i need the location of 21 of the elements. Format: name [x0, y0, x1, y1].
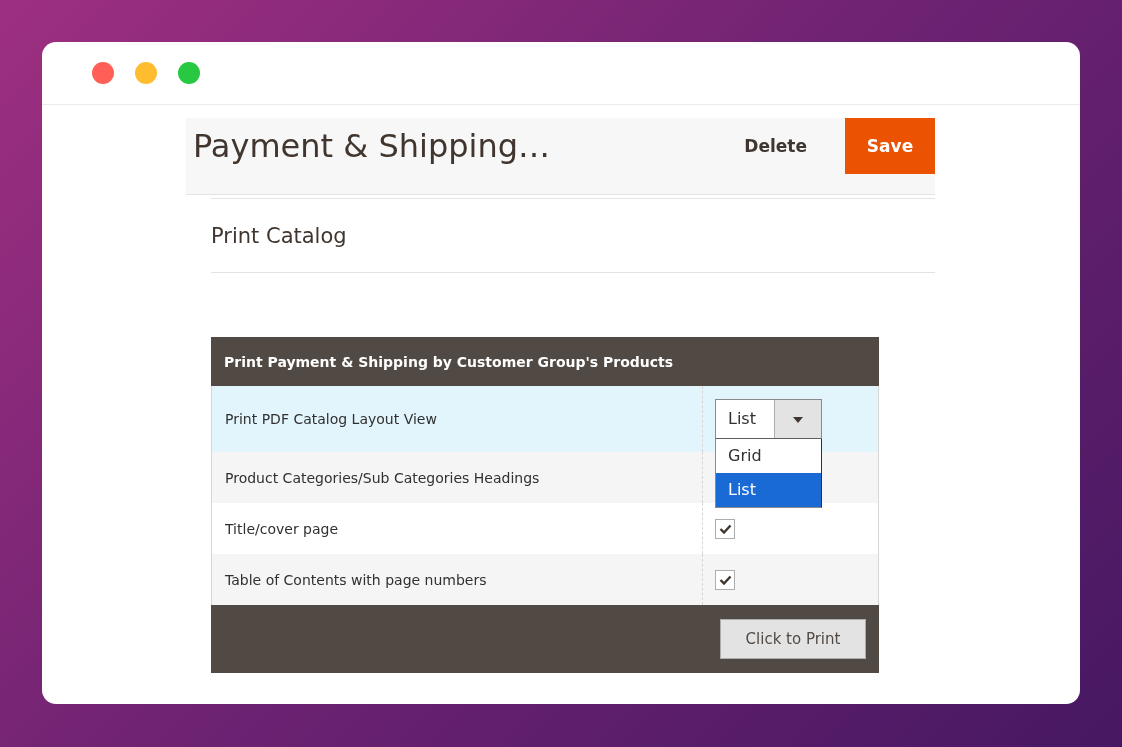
checkbox[interactable]	[715, 569, 735, 590]
page-title: Payment & Shipping…	[192, 126, 551, 167]
dropdown-option[interactable]: Grid	[716, 439, 821, 473]
row-label: Product Categories/Sub Categories Headings	[225, 469, 540, 486]
delete-button[interactable]: Delete	[724, 118, 827, 174]
checkmark-icon	[718, 574, 732, 585]
print-button[interactable]: Click to Print	[720, 619, 866, 659]
caret-icon	[775, 400, 821, 438]
window-maximize-icon[interactable]	[178, 62, 200, 84]
window-minimize-icon[interactable]	[135, 62, 157, 84]
window-close-icon[interactable]	[92, 62, 114, 84]
row-label: Print PDF Catalog Layout View	[225, 411, 437, 427]
section-title: Print Catalog	[211, 223, 347, 248]
checkbox[interactable]	[715, 518, 735, 539]
select-dropdown[interactable]: List	[715, 399, 822, 439]
dropdown-option[interactable]: List	[716, 473, 821, 507]
checkmark-icon	[718, 523, 732, 534]
row-label: Table of Contents with page numbers	[225, 571, 487, 588]
row-label: Title/cover page	[225, 520, 339, 537]
panel-title: Print Payment & Shipping by Customer Group's Products	[224, 353, 674, 370]
save-button[interactable]: Save	[845, 118, 935, 174]
